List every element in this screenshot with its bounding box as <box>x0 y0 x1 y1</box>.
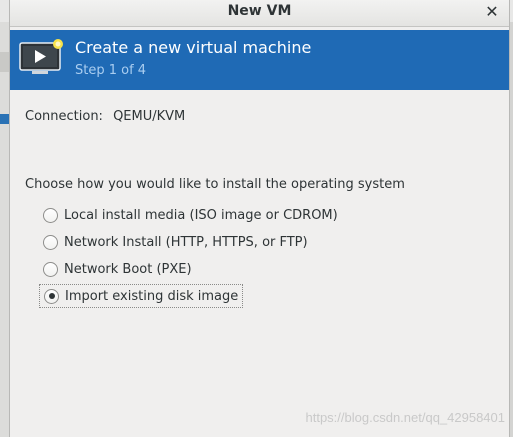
wizard-title: Create a new virtual machine <box>75 38 312 57</box>
background-window-strip <box>0 114 9 124</box>
close-button[interactable]: ✕ <box>483 3 501 21</box>
connection-label: Connection: <box>25 109 103 124</box>
window-title: New VM <box>227 3 292 19</box>
monitor-new-vm-icon <box>18 38 66 78</box>
option-label: Import existing disk image <box>65 288 239 304</box>
new-vm-dialog: New VM ✕ Create a new virtual machine St… <box>9 0 510 437</box>
watermark: https://blog.csdn.net/qq_42958401 <box>305 410 506 425</box>
titlebar: New VM ✕ <box>10 0 509 27</box>
radio-network-install[interactable]: Network Install (HTTP, HTTPS, or FTP) <box>39 230 312 254</box>
option-label: Network Install (HTTP, HTTPS, or FTP) <box>64 234 308 250</box>
background-window <box>0 22 9 437</box>
option-label: Network Boot (PXE) <box>64 261 192 277</box>
radio-button-icon <box>43 234 58 250</box>
wizard-header: Create a new virtual machine Step 1 of 4 <box>10 30 509 90</box>
radio-network-boot[interactable]: Network Boot (PXE) <box>39 257 196 281</box>
connection-row: Connection: QEMU/KVM <box>25 109 185 124</box>
radio-button-icon <box>43 207 58 223</box>
connection-value: QEMU/KVM <box>113 109 186 124</box>
wizard-step: Step 1 of 4 <box>75 63 147 78</box>
radio-import-disk-image[interactable]: Import existing disk image <box>39 284 244 308</box>
radio-button-icon <box>43 261 58 277</box>
radio-button-selected-icon <box>44 288 59 304</box>
radio-local-install-media[interactable]: Local install media (ISO image or CDROM) <box>39 203 342 227</box>
background-window-strip <box>0 52 9 72</box>
install-prompt: Choose how you would like to install the… <box>25 177 405 192</box>
option-label: Local install media (ISO image or CDROM) <box>64 207 338 223</box>
